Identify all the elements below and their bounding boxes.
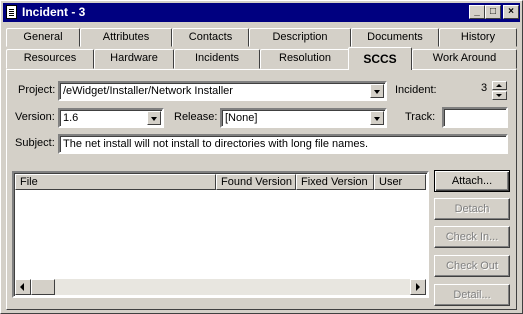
incident-label: Incident: xyxy=(395,84,437,96)
detach-button[interactable]: Detach xyxy=(434,198,510,220)
incident-number: 3 xyxy=(481,82,488,94)
tab-resources[interactable]: Resources xyxy=(6,49,94,69)
chevron-down-icon[interactable] xyxy=(370,84,384,98)
scroll-left-icon[interactable] xyxy=(15,279,31,295)
track-field[interactable] xyxy=(442,107,508,128)
tab-work-around[interactable]: Work Around xyxy=(412,49,517,69)
close-button[interactable]: × xyxy=(503,5,519,19)
check-out-button[interactable]: Check Out xyxy=(434,255,510,277)
chevron-down-icon[interactable] xyxy=(370,111,384,125)
tab-resolution[interactable]: Resolution xyxy=(260,49,350,69)
title-bar[interactable]: Incident - 3 _ □ × xyxy=(3,3,520,22)
tab-general[interactable]: General xyxy=(6,28,80,47)
incident-spin-down-icon[interactable] xyxy=(492,91,507,100)
subject-field[interactable]: The net install will not install to dire… xyxy=(58,134,508,154)
tab-description[interactable]: Description xyxy=(249,28,351,47)
tab-contacts[interactable]: Contacts xyxy=(172,28,249,47)
tab-history[interactable]: History xyxy=(439,28,517,47)
project-combobox[interactable]: /eWidget/Installer/Network Installer xyxy=(58,81,387,101)
chevron-down-icon[interactable] xyxy=(147,111,161,125)
tab-hardware[interactable]: Hardware xyxy=(94,49,174,69)
incident-window: Incident - 3 _ □ × General Attributes Co… xyxy=(0,0,523,314)
window-title: Incident - 3 xyxy=(22,5,86,19)
check-in-button[interactable]: Check In... xyxy=(434,226,510,248)
tab-documents[interactable]: Documents xyxy=(351,28,439,47)
scrollbar-thumb[interactable] xyxy=(31,279,55,295)
version-value: 1.6 xyxy=(63,112,79,124)
horizontal-scrollbar[interactable] xyxy=(15,279,426,295)
minimize-button[interactable]: _ xyxy=(469,5,485,19)
scroll-right-icon[interactable] xyxy=(410,279,426,295)
detail-button[interactable]: Detail... xyxy=(434,284,510,306)
tab-attributes[interactable]: Attributes xyxy=(80,28,172,47)
column-header-found-version[interactable]: Found Version xyxy=(216,174,296,190)
column-header-fixed-version[interactable]: Fixed Version xyxy=(296,174,374,190)
column-header-user[interactable]: User xyxy=(374,174,426,190)
version-label: Version: xyxy=(15,111,55,123)
release-combobox[interactable]: [None] xyxy=(220,108,387,128)
maximize-button[interactable]: □ xyxy=(485,5,501,19)
project-value: /eWidget/Installer/Network Installer xyxy=(63,85,233,97)
attach-button[interactable]: Attach... xyxy=(434,170,510,192)
file-list[interactable]: File Found Version Fixed Version User xyxy=(12,171,429,298)
subject-label: Subject: xyxy=(15,137,55,149)
release-label: Release: xyxy=(174,111,218,123)
track-label: Track: xyxy=(405,111,436,123)
tab-sccs[interactable]: SCCS xyxy=(348,47,412,70)
document-icon xyxy=(6,5,17,19)
incident-spin-up-icon[interactable] xyxy=(492,81,507,90)
release-value: [None] xyxy=(225,112,258,124)
project-label: Project: xyxy=(18,84,56,96)
tab-incidents[interactable]: Incidents xyxy=(174,49,260,69)
column-header-file[interactable]: File xyxy=(15,174,216,190)
version-combobox[interactable]: 1.6 xyxy=(58,108,164,128)
